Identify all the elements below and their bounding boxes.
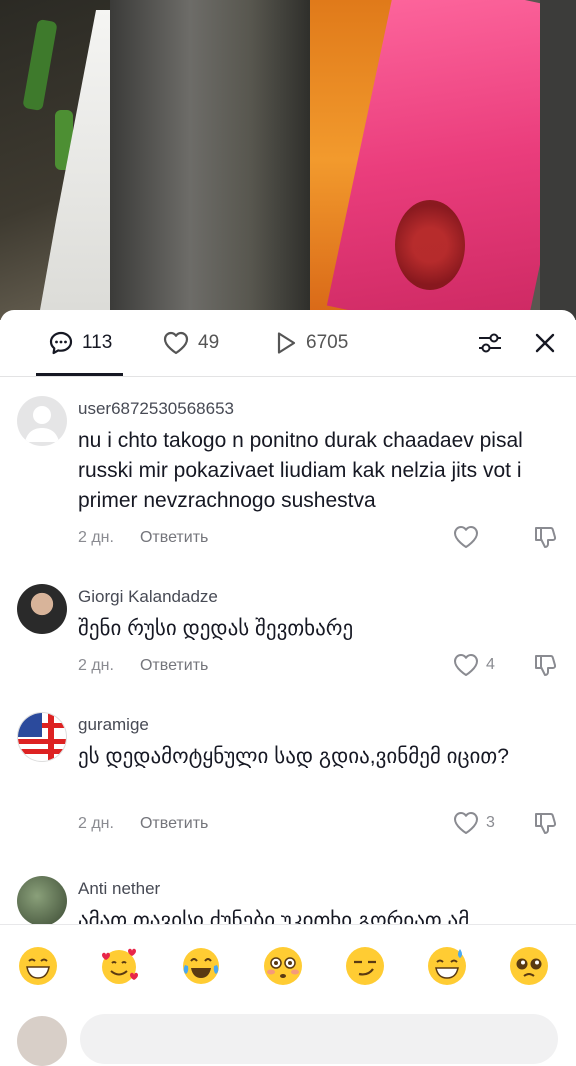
comment-input-row bbox=[0, 1004, 576, 1066]
like-count: 4 bbox=[486, 656, 495, 673]
comments-count: 113 bbox=[82, 332, 113, 353]
tab-views[interactable]: 6705 bbox=[274, 328, 348, 358]
close-icon bbox=[535, 333, 555, 353]
views-count: 6705 bbox=[306, 332, 349, 353]
sliders-icon bbox=[479, 333, 501, 353]
close-button[interactable] bbox=[530, 328, 560, 358]
thumbs-down-icon bbox=[535, 527, 557, 548]
comments-tab-bar: 113 49 6705 bbox=[0, 310, 576, 377]
comment-meta: 2 дн. Ответить bbox=[78, 657, 208, 675]
poster-emblem bbox=[395, 200, 465, 290]
heart-icon bbox=[454, 812, 478, 834]
comment-text: nu i chto takogo n ponitno durak chaadae… bbox=[78, 429, 523, 512]
video-preview[interactable] bbox=[0, 0, 576, 320]
avatar[interactable] bbox=[17, 584, 67, 634]
sweat-smile-emoji-icon[interactable] bbox=[426, 945, 468, 987]
comment-meta: 2 дн. Ответить bbox=[78, 815, 208, 833]
like-button[interactable]: 4 bbox=[452, 652, 495, 678]
comments-list[interactable]: user6872530568653 nu i chto takogo n pon… bbox=[0, 380, 576, 924]
comment-meta: 2 дн. Ответить bbox=[78, 529, 208, 547]
filter-button[interactable] bbox=[475, 328, 505, 358]
grin-emoji-icon[interactable] bbox=[17, 945, 59, 987]
comment-text: ამათ თავისი ძუნები უკითხი გორიათ ამ bbox=[78, 909, 470, 924]
comment-text: შენი რუსი დედას შევთხარე bbox=[78, 617, 354, 640]
comment-username[interactable]: Anti nether bbox=[78, 879, 160, 899]
comment-icon bbox=[49, 331, 73, 355]
concrete-pole bbox=[110, 0, 310, 320]
emoji-quick-bar bbox=[0, 924, 576, 1005]
play-icon bbox=[277, 332, 296, 354]
tab-likes[interactable]: 49 bbox=[162, 328, 219, 358]
like-button[interactable]: 3 bbox=[452, 810, 495, 836]
thumbs-down-icon bbox=[535, 655, 557, 676]
reply-button[interactable]: Ответить bbox=[140, 657, 208, 675]
active-tab-indicator bbox=[36, 373, 123, 376]
heart-icon bbox=[454, 526, 478, 548]
comments-sheet: 113 49 6705 user6872530568653 nu i chto … bbox=[0, 310, 576, 1066]
reply-button[interactable]: Ответить bbox=[140, 529, 208, 547]
comment-time: 2 дн. bbox=[78, 657, 114, 674]
like-button[interactable] bbox=[452, 524, 486, 550]
comment-username[interactable]: guramige bbox=[78, 715, 149, 735]
tears-of-joy-emoji-icon[interactable] bbox=[180, 945, 222, 987]
heart-icon bbox=[454, 654, 478, 676]
comment-username[interactable]: user6872530568653 bbox=[78, 399, 234, 419]
dislike-button[interactable] bbox=[532, 652, 558, 683]
pleading-emoji-icon[interactable] bbox=[508, 945, 550, 987]
comment-input[interactable] bbox=[80, 1014, 558, 1064]
flag-avatar-icon bbox=[18, 713, 66, 761]
likes-count: 49 bbox=[198, 332, 220, 353]
comment-time: 2 дн. bbox=[78, 815, 114, 832]
video-scene-right bbox=[540, 0, 576, 320]
comment-text: ეს დედამოტყნული სად გდია,ვინმემ იცით? bbox=[78, 745, 509, 768]
comment-username[interactable]: Giorgi Kalandadze bbox=[78, 587, 218, 607]
heart-icon bbox=[163, 331, 189, 355]
avatar[interactable] bbox=[17, 396, 67, 446]
smiling-hearts-emoji-icon[interactable] bbox=[98, 945, 140, 987]
default-avatar-icon bbox=[25, 406, 59, 442]
avatar[interactable] bbox=[17, 712, 67, 762]
comment-time: 2 дн. bbox=[78, 529, 114, 546]
thumbs-down-icon bbox=[535, 813, 557, 834]
like-count: 3 bbox=[486, 814, 495, 831]
smirk-emoji-icon[interactable] bbox=[344, 945, 386, 987]
flushed-emoji-icon[interactable] bbox=[262, 945, 304, 987]
reply-button[interactable]: Ответить bbox=[140, 815, 208, 833]
dislike-button[interactable] bbox=[532, 810, 558, 841]
avatar[interactable] bbox=[17, 876, 67, 924]
tab-comments[interactable]: 113 bbox=[48, 328, 112, 358]
dislike-button[interactable] bbox=[532, 524, 558, 555]
